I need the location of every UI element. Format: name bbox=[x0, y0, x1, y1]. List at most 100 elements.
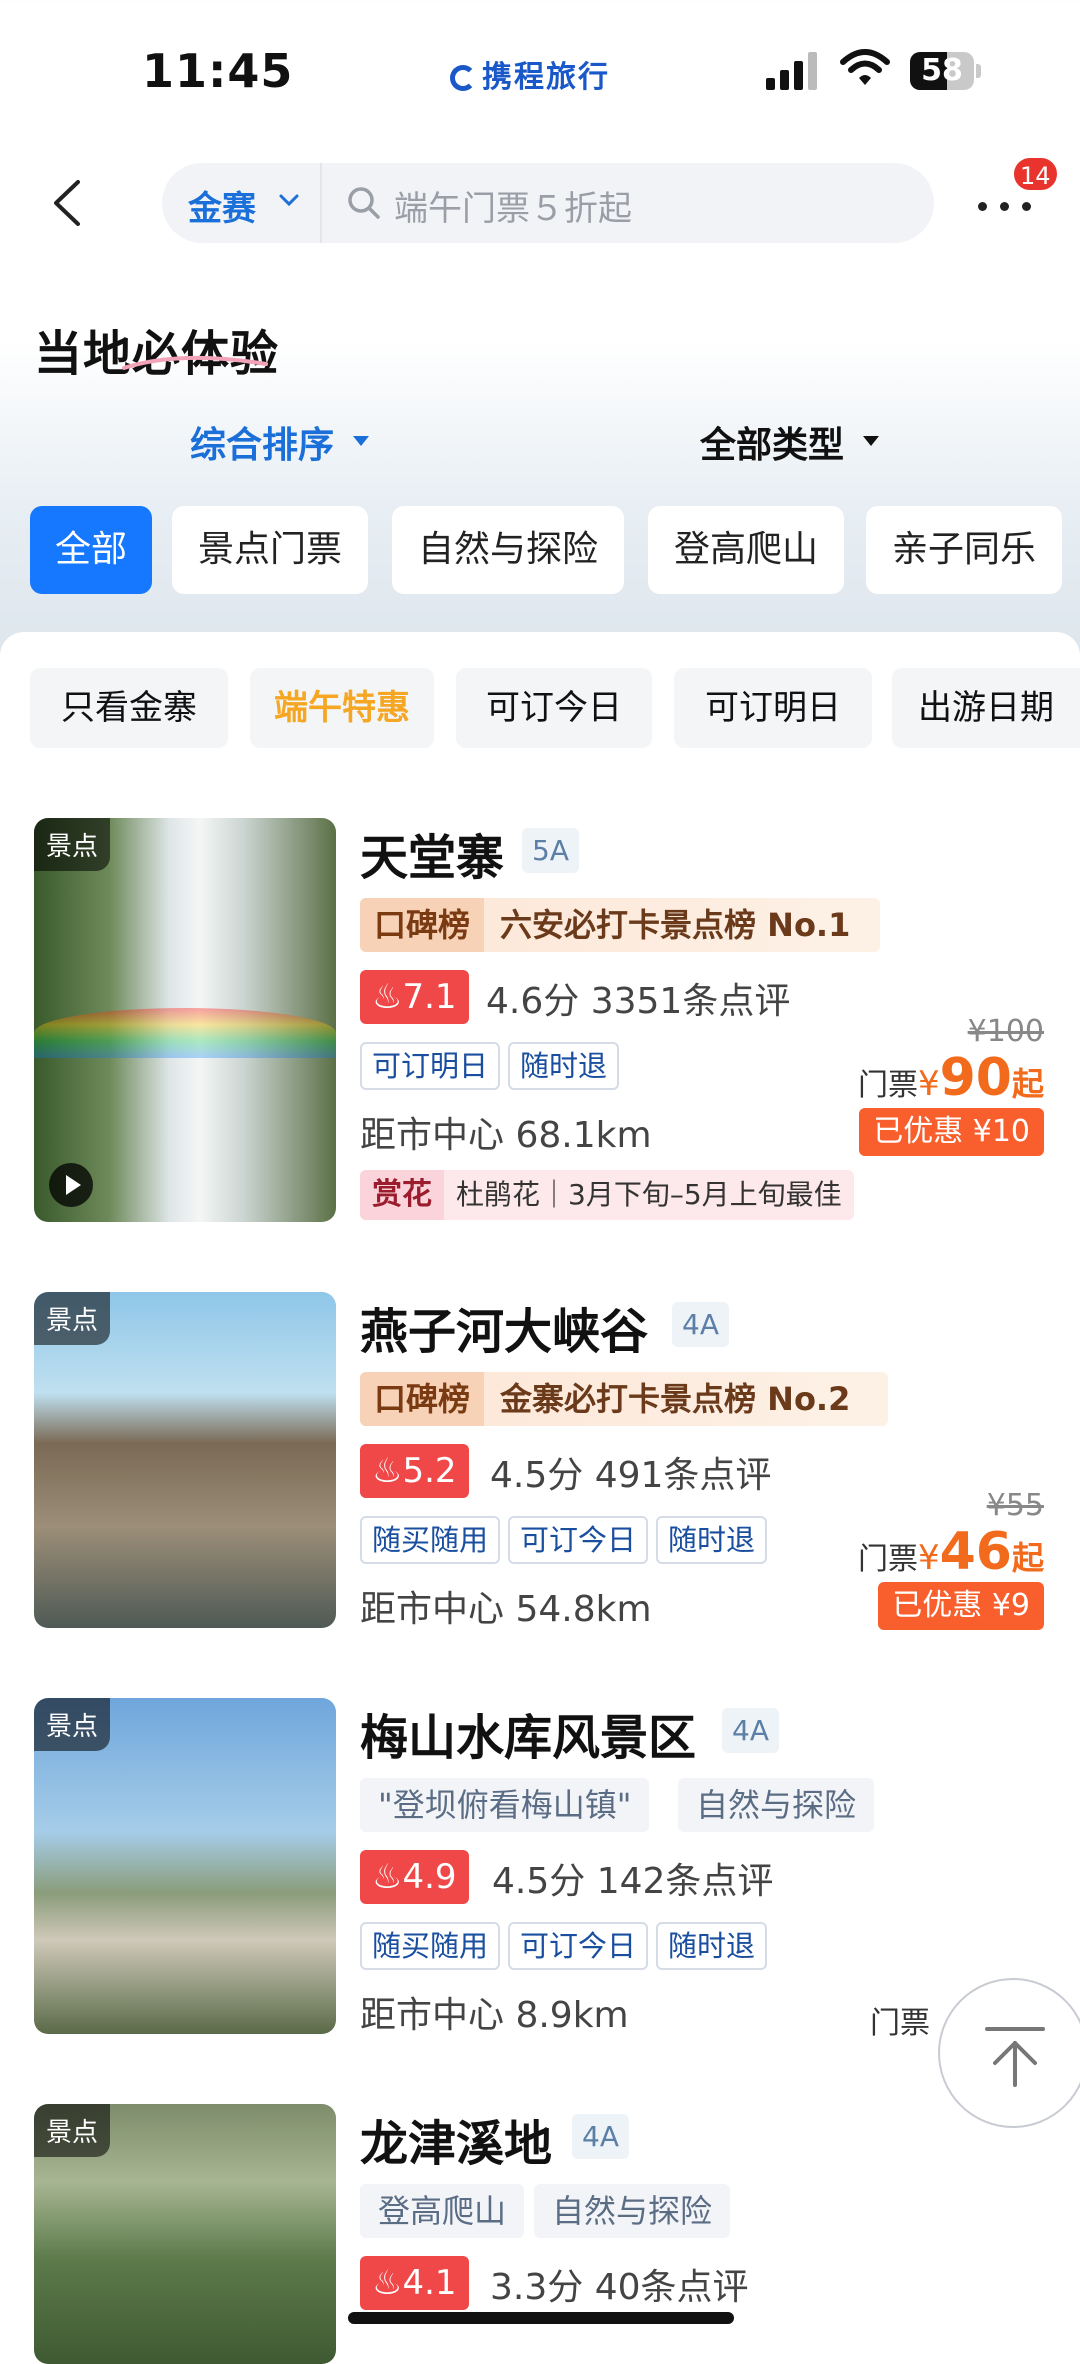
hot-score: ♨4.1 bbox=[360, 2256, 469, 2310]
original-price: ¥100 bbox=[967, 1014, 1044, 1049]
notification-badge: 14 bbox=[1012, 156, 1059, 192]
level-badge: 5A bbox=[522, 828, 579, 873]
distance: 距市中心 68.1km bbox=[360, 1115, 652, 1156]
rank-text: 六安必打卡景点榜 No.1 bbox=[500, 906, 851, 944]
theme-tag[interactable]: "登坝俯看梅山镇" bbox=[360, 1778, 650, 1832]
rainbow-decoration bbox=[34, 1008, 336, 1058]
theme-tag[interactable]: 自然与探险 bbox=[534, 2184, 731, 2238]
signal-icon bbox=[766, 50, 818, 90]
price-prefix: 门票 bbox=[857, 1542, 918, 1577]
chevron-down-icon bbox=[279, 194, 299, 207]
rating-text[interactable]: 4.5分 142条点评 bbox=[492, 1852, 773, 1904]
ticket-price[interactable]: 门票¥46起 bbox=[858, 1522, 1044, 1582]
flame-icon: ♨ bbox=[372, 977, 403, 1017]
price-value: 90 bbox=[939, 1048, 1012, 1108]
attraction-thumbnail[interactable]: 景点 bbox=[34, 818, 336, 1222]
tag: 随时退 bbox=[508, 1042, 620, 1090]
search-icon bbox=[348, 187, 380, 219]
discount-badge: 已优惠 ¥10 bbox=[859, 1108, 1044, 1156]
attraction-thumbnail[interactable]: 景点 bbox=[34, 1292, 336, 1628]
category-chip-tickets[interactable]: 景点门票 bbox=[172, 506, 368, 594]
status-time: 11:45 bbox=[142, 44, 294, 98]
theme-tag[interactable]: 登高爬山 bbox=[360, 2184, 525, 2238]
attraction-name[interactable]: 燕子河大峡谷 bbox=[360, 1292, 648, 1362]
original-price: ¥55 bbox=[986, 1488, 1044, 1523]
price-symbol: ¥ bbox=[917, 1064, 940, 1104]
tag: 可订今日 bbox=[508, 1516, 649, 1564]
level-badge: 4A bbox=[572, 2114, 629, 2159]
tag: 随买随用 bbox=[360, 1922, 501, 1970]
search-divider bbox=[320, 163, 322, 243]
filter-chip-local[interactable]: 只看金寨 bbox=[30, 668, 228, 748]
filter-chip-tomorrow[interactable]: 可订明日 bbox=[674, 668, 872, 748]
filter-chip-festival[interactable]: 端午特惠 bbox=[250, 668, 434, 748]
rating-text[interactable]: 3.3分 40条点评 bbox=[490, 2258, 749, 2310]
category-chip-nature[interactable]: 自然与探险 bbox=[392, 506, 624, 594]
category-chip-all[interactable]: 全部 bbox=[30, 506, 152, 594]
ticket-price[interactable]: 门票 bbox=[870, 1998, 930, 2042]
tag: 随买随用 bbox=[360, 1516, 501, 1564]
list-item[interactable]: 景点 龙津溪地 4A 登高爬山 自然与探险 ♨4.1 3.3分 40条点评 bbox=[0, 2104, 1080, 2364]
hot-score: ♨5.2 bbox=[360, 1444, 469, 1498]
caret-down-icon bbox=[353, 436, 369, 446]
thumb-tag: 景点 bbox=[34, 818, 111, 871]
flame-icon: ♨ bbox=[372, 2263, 403, 2303]
price-value: 46 bbox=[939, 1522, 1012, 1582]
price-prefix: 门票 bbox=[870, 2006, 930, 2041]
flower-label: 赏花 bbox=[360, 1170, 444, 1220]
list-item[interactable]: 景点 燕子河大峡谷 4A 口碑榜 金寨必打卡景点榜 No.2 ♨5.2 4.5分 … bbox=[0, 1292, 1080, 1632]
thumb-tag: 景点 bbox=[34, 2104, 111, 2157]
flame-icon: ♨ bbox=[372, 1857, 403, 1897]
attraction-name[interactable]: 梅山水库风景区 bbox=[360, 1698, 696, 1768]
tag: 可订今日 bbox=[508, 1922, 649, 1970]
attraction-name[interactable]: 龙津溪地 bbox=[360, 2104, 552, 2174]
filter-chip-today[interactable]: 可订今日 bbox=[456, 668, 652, 748]
flame-icon: ♨ bbox=[372, 1451, 403, 1491]
filter-chip-date[interactable]: 出游日期 bbox=[892, 668, 1080, 748]
thumb-tag: 景点 bbox=[34, 1292, 111, 1345]
distance: 距市中心 8.9km bbox=[360, 1995, 629, 2036]
flower-season: 赏花 杜鹃花｜3月下旬–5月上旬最佳 bbox=[360, 1170, 854, 1220]
flower-text: 杜鹃花｜3月下旬–5月上旬最佳 bbox=[456, 1178, 842, 1211]
battery-icon: 58 bbox=[910, 52, 982, 92]
rank-badge[interactable]: 口碑榜 六安必打卡景点榜 No.1 bbox=[360, 898, 880, 952]
brand-mark-icon bbox=[450, 65, 476, 91]
list-item[interactable]: 景点 天堂寨 5A 口碑榜 六安必打卡景点榜 No.1 ♨7.1 4.6分 335… bbox=[0, 818, 1080, 1228]
ticket-price[interactable]: 门票¥90起 bbox=[858, 1048, 1044, 1108]
price-symbol: ¥ bbox=[917, 1538, 940, 1578]
thumb-tag: 景点 bbox=[34, 1698, 111, 1751]
tag: 随时退 bbox=[656, 1516, 768, 1564]
city-selector[interactable]: 金赛 bbox=[188, 181, 256, 230]
level-badge: 4A bbox=[672, 1302, 729, 1347]
wifi-icon bbox=[840, 49, 890, 85]
rank-text: 金寨必打卡景点榜 No.2 bbox=[500, 1380, 851, 1418]
play-icon[interactable] bbox=[48, 1162, 94, 1208]
sort-dropdown[interactable]: 综合排序 bbox=[190, 416, 334, 468]
back-arrow-icon[interactable] bbox=[48, 178, 88, 228]
battery-level: 58 bbox=[921, 53, 963, 88]
distance: 距市中心 54.8km bbox=[360, 1589, 652, 1630]
theme-tag[interactable]: 自然与探险 bbox=[678, 1778, 875, 1832]
brand-name: 携程旅行 bbox=[482, 60, 610, 95]
caret-down-icon bbox=[863, 436, 879, 446]
rank-badge[interactable]: 口碑榜 金寨必打卡景点榜 No.2 bbox=[360, 1372, 888, 1426]
level-badge: 4A bbox=[722, 1708, 779, 1753]
hot-score: ♨7.1 bbox=[360, 970, 469, 1024]
list-item[interactable]: 景点 梅山水库风景区 4A "登坝俯看梅山镇" 自然与探险 ♨4.9 4.5分 … bbox=[0, 1698, 1080, 2041]
attraction-thumbnail[interactable]: 景点 bbox=[34, 1698, 336, 2034]
hot-score: ♨4.9 bbox=[360, 1850, 469, 1904]
rating-text[interactable]: 4.6分 3351条点评 bbox=[486, 972, 790, 1024]
back-to-top-button[interactable] bbox=[938, 1978, 1080, 2128]
attraction-thumbnail[interactable]: 景点 bbox=[34, 2104, 336, 2364]
rank-label: 口碑榜 bbox=[360, 1372, 485, 1426]
category-chip-family[interactable]: 亲子同乐 bbox=[866, 506, 1062, 594]
type-dropdown[interactable]: 全部类型 bbox=[700, 416, 844, 468]
search-bar[interactable]: 金赛 端午门票５折起 bbox=[162, 163, 934, 243]
price-prefix: 门票 bbox=[857, 1068, 918, 1103]
attraction-name[interactable]: 天堂寨 bbox=[360, 818, 504, 888]
tag: 可订明日 bbox=[360, 1042, 501, 1090]
search-input[interactable]: 端午门票５折起 bbox=[394, 181, 632, 230]
price-suffix: 起 bbox=[1011, 1539, 1044, 1577]
category-chip-hiking[interactable]: 登高爬山 bbox=[648, 506, 844, 594]
rating-text[interactable]: 4.5分 491条点评 bbox=[490, 1446, 771, 1498]
